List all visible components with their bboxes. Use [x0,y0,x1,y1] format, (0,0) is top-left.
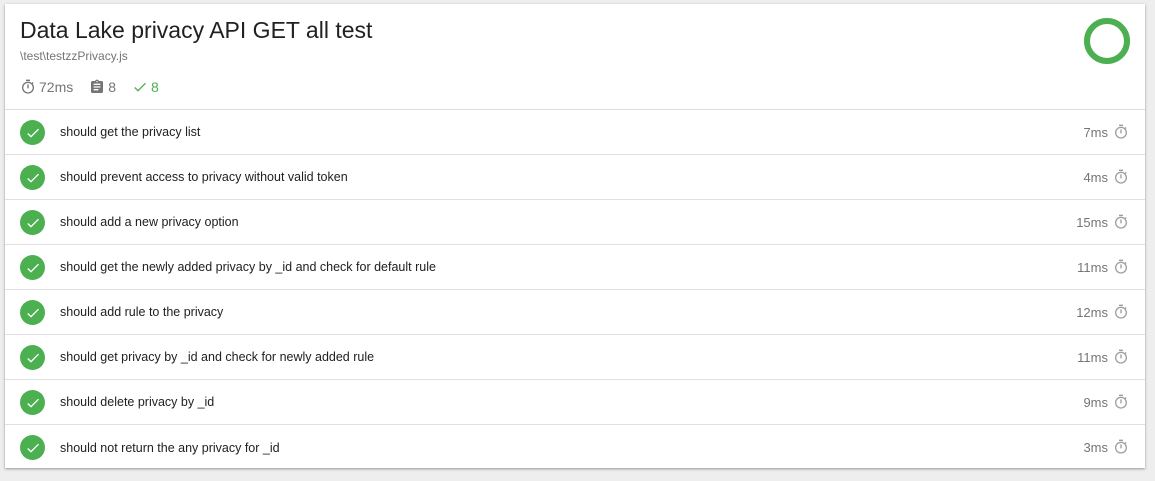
suite-stats: 72ms 8 8 [20,77,1145,97]
check-circle-icon [20,165,45,190]
test-title: should get the newly added privacy by _i… [60,260,436,274]
check-circle-icon [20,345,45,370]
test-row[interactable]: should get the newly added privacy by _i… [5,245,1145,290]
stopwatch-icon [1115,124,1127,139]
suite-filename: \test\testzzPrivacy.js [20,49,128,63]
test-duration: 7ms [1083,124,1108,140]
suite-card: Data Lake privacy API GET all test \test… [5,4,1145,468]
test-row[interactable]: should get privacy by _id and check for … [5,335,1145,380]
suite-test-count-value: 8 [108,79,117,95]
stopwatch-icon [1115,349,1127,364]
test-title: should get the privacy list [60,125,201,139]
test-title: should add rule to the privacy [60,305,224,319]
test-row[interactable]: should add rule to the privacy 12ms [5,290,1145,335]
clipboard-icon [91,79,104,93]
stopwatch-icon [1115,214,1127,229]
stopwatch-icon [22,79,34,94]
suite-duration-value: 72ms [39,79,74,95]
test-duration: 4ms [1083,169,1108,185]
test-row[interactable]: should add a new privacy option 15ms [5,200,1145,245]
suite-pass-count: 8 [132,79,159,95]
test-duration: 3ms [1083,440,1108,455]
stopwatch-icon [1115,394,1127,409]
check-circle-icon [20,210,45,235]
stopwatch-icon [1115,259,1127,274]
check-circle-icon [20,390,45,415]
test-duration: 9ms [1083,394,1108,410]
test-title: should delete privacy by _id [60,395,215,409]
test-row[interactable]: should delete privacy by _id 9ms [5,380,1145,425]
check-circle-icon [20,300,45,325]
suite-test-count: 8 [89,79,116,95]
test-row[interactable]: should prevent access to privacy without… [5,155,1145,200]
test-duration: 11ms [1077,349,1108,365]
suite-header: Data Lake privacy API GET all test \test… [5,4,1145,109]
test-duration: 15ms [1076,214,1108,230]
pass-rate-chart [1082,16,1132,66]
test-row[interactable]: should get the privacy list 7ms [5,110,1145,155]
check-circle-icon [20,255,45,280]
stopwatch-icon [1115,304,1127,319]
stopwatch-icon [1115,439,1127,454]
suite-title: Data Lake privacy API GET all test [20,17,373,43]
test-title: should add a new privacy option [60,215,239,229]
check-circle-icon [20,435,45,460]
stopwatch-icon [1115,169,1127,184]
test-row[interactable]: should not return the any privacy for _i… [5,425,1145,470]
checkmark-icon [134,82,147,92]
test-title: should prevent access to privacy without… [60,170,348,184]
suite-duration: 72ms [20,79,73,95]
pass-rate-arc [1084,18,1130,64]
test-list: should get the privacy list 7ms should p… [5,109,1145,470]
check-circle-icon [20,120,45,145]
test-title: should not return the any privacy for _i… [60,440,280,455]
test-title: should get privacy by _id and check for … [60,350,375,364]
test-duration: 11ms [1077,259,1108,275]
suite-pass-count-value: 8 [151,79,159,95]
test-duration: 12ms [1076,304,1108,320]
